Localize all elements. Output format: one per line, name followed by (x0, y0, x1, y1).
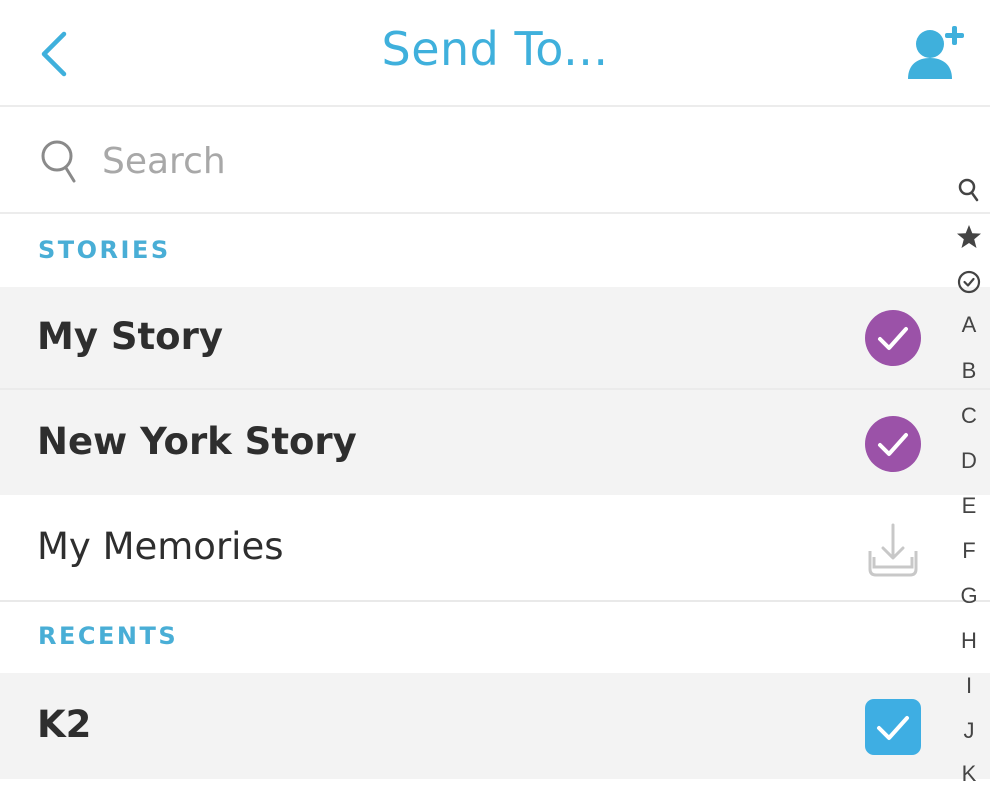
list-item-k2[interactable]: K2 (0, 673, 990, 779)
index-letter[interactable]: F (950, 538, 988, 564)
header-bar: Send To... (0, 0, 990, 107)
index-letter[interactable]: B (950, 358, 988, 384)
index-letter[interactable]: A (950, 312, 988, 338)
list-item-my-memories[interactable]: My Memories (0, 495, 990, 600)
index-search-icon[interactable] (958, 178, 980, 202)
section-header-stories: STORIES (0, 214, 990, 287)
index-letter[interactable]: H (950, 628, 988, 654)
list-item-my-story[interactable]: My Story (0, 287, 990, 389)
index-letter[interactable]: G (950, 583, 988, 609)
index-letter[interactable]: J (950, 718, 988, 744)
search-icon (41, 140, 76, 183)
index-letter[interactable]: K (950, 761, 988, 787)
index-letter[interactable]: D (950, 448, 988, 474)
index-letter[interactable]: I (950, 673, 988, 699)
list-item-label: My Story (37, 315, 223, 358)
alphabet-index-rail[interactable]: A B C D E F G H I J K (950, 172, 990, 786)
index-letter[interactable]: E (950, 493, 988, 519)
check-circle-icon[interactable] (864, 415, 922, 473)
list-item-label: New York Story (37, 420, 357, 463)
save-to-memories-icon[interactable] (864, 521, 922, 579)
section-title: RECENTS (38, 622, 179, 650)
section-header-recents: RECENTS (0, 602, 990, 673)
add-friend-button[interactable] (900, 22, 972, 84)
list-item-new-york-story[interactable]: New York Story (0, 390, 990, 495)
section-title: STORIES (38, 236, 171, 264)
index-letter[interactable]: C (950, 403, 988, 429)
page-title: Send To... (381, 22, 609, 76)
index-star-icon[interactable] (956, 224, 982, 250)
index-check-icon[interactable] (957, 270, 981, 294)
search-input[interactable] (100, 133, 884, 189)
list-item-label: My Memories (37, 525, 284, 568)
check-box-icon[interactable] (864, 698, 922, 756)
search-bar (0, 107, 990, 214)
list-item-label: K2 (37, 703, 92, 746)
add-friend-icon (908, 26, 964, 79)
check-circle-icon[interactable] (864, 309, 922, 367)
